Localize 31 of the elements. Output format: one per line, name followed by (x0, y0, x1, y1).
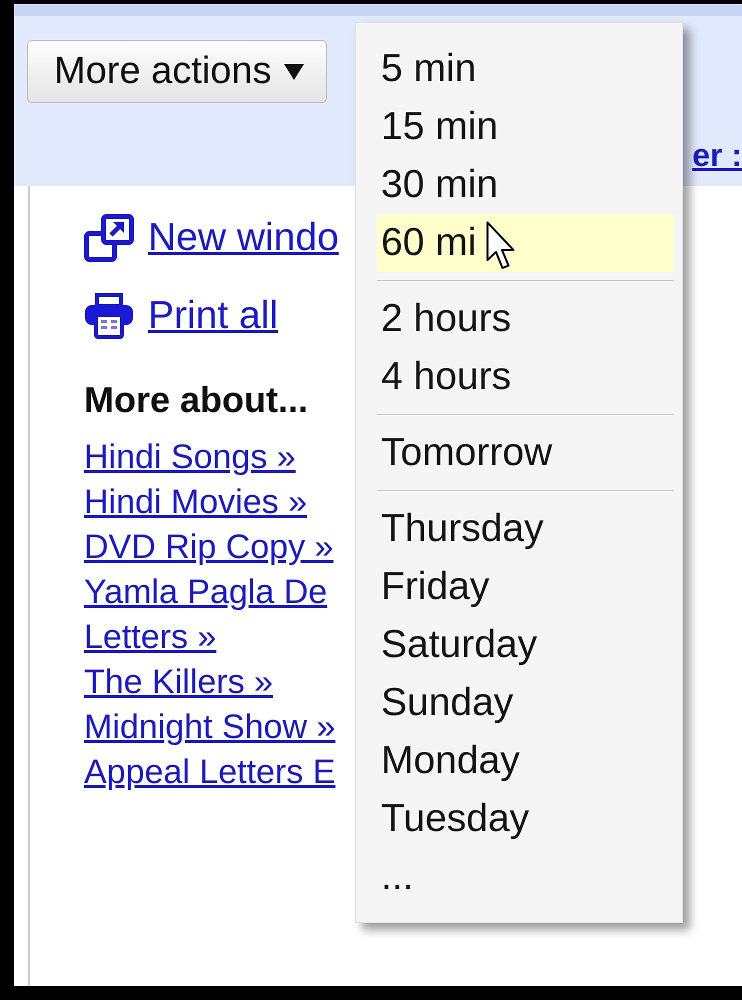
menu-item[interactable]: Saturday (377, 616, 674, 674)
printer-icon[interactable] (84, 293, 134, 339)
top-link[interactable]: er : (692, 137, 742, 174)
topic-link[interactable]: Yamla Pagla De (84, 570, 328, 615)
topic-link[interactable]: The Killers » (84, 660, 273, 705)
menu-item[interactable]: 30 min (377, 156, 674, 214)
topic-link[interactable]: Midnight Show » (84, 705, 336, 750)
menu-item[interactable]: Tuesday (377, 790, 674, 848)
menu-item[interactable]: 5 min (377, 40, 674, 98)
menu-item[interactable]: Thursday (377, 500, 674, 558)
topic-link[interactable]: Letters » (84, 615, 216, 660)
caret-icon (284, 64, 304, 80)
menu-item[interactable]: 4 hours (377, 348, 674, 406)
menu-item[interactable]: Friday (377, 558, 674, 616)
topic-link[interactable]: Appeal Letters E (84, 750, 336, 795)
topic-link[interactable]: Hindi Movies » (84, 480, 307, 525)
topic-link[interactable]: Hindi Songs » (84, 435, 296, 480)
menu-item[interactable]: 2 hours (377, 290, 674, 348)
topic-link[interactable]: DVD Rip Copy » (84, 525, 334, 570)
new-window-icon[interactable] (84, 214, 134, 262)
menu-item[interactable]: Sunday (377, 674, 674, 732)
section-heading: More about... (84, 378, 308, 422)
menu-item[interactable]: 60 mi (377, 214, 674, 272)
menu-item[interactable]: Tomorrow (377, 424, 674, 482)
menu-item[interactable]: 15 min (377, 98, 674, 156)
new-window-link[interactable]: New windo (148, 216, 339, 260)
more-actions-button[interactable]: More actions (27, 40, 327, 103)
menu-item[interactable]: Monday (377, 732, 674, 790)
mouse-pointer-icon (486, 221, 516, 271)
print-all-link[interactable]: Print all (148, 294, 278, 338)
menu-item[interactable]: ... (377, 848, 674, 906)
